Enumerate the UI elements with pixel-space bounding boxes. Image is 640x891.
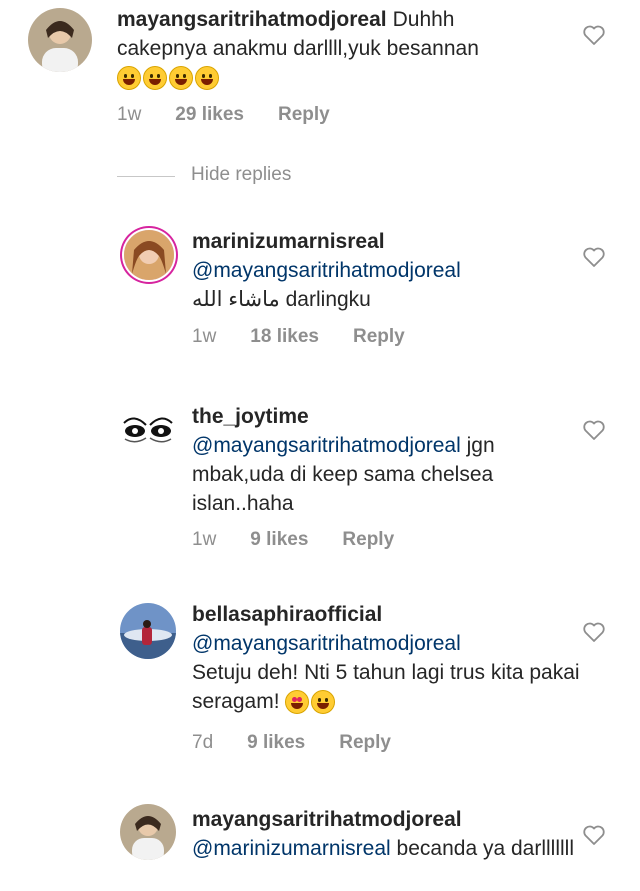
heart-eyes-face-icon (285, 690, 310, 715)
reply-item: mayangsaritrihatmodjoreal @marinizumarni… (0, 800, 640, 891)
comment-body: mayangsaritrihatmodjoreal Duhhh cakepnya … (117, 5, 512, 92)
reply-button[interactable]: Reply (278, 104, 330, 126)
comment-body: bellasaphiraofficial @mayangsaritrihatmo… (192, 600, 587, 716)
comment-username[interactable]: mayangsaritrihatmodjoreal (192, 808, 462, 831)
reply-button[interactable]: Reply (339, 732, 391, 754)
squinting-face-icon (311, 690, 336, 715)
emoji-row (117, 66, 221, 91)
avatar[interactable] (120, 401, 176, 457)
reply-item: the_joytime @mayangsaritrihatmodjoreal j… (0, 397, 640, 567)
heart-outline-icon[interactable] (582, 24, 606, 46)
reply-button[interactable]: Reply (353, 326, 405, 348)
reply-item: bellasaphiraofficial @mayangsaritrihatmo… (0, 598, 640, 768)
comment-time: 1w (117, 104, 142, 125)
comment-username[interactable]: the_joytime (192, 405, 309, 428)
mention-link[interactable]: @mayangsaritrihatmodjoreal (192, 632, 461, 655)
comment-text: Setuju deh! Nti 5 tahun lagi trus kita p… (192, 661, 580, 713)
reply-item: marinizumarnisreal @mayangsaritrihatmodj… (0, 222, 640, 362)
likes-count[interactable]: 9 likes (250, 529, 308, 551)
winking-tongue-face-icon (169, 66, 193, 91)
heart-outline-icon[interactable] (582, 419, 606, 441)
mention-link[interactable]: @mayangsaritrihatmodjoreal (192, 434, 461, 457)
comment-meta: 1w 29 likes Reply (117, 104, 330, 126)
avatar[interactable] (120, 603, 176, 659)
comment-username[interactable]: marinizumarnisreal (192, 230, 385, 253)
reply-button[interactable]: Reply (342, 529, 394, 551)
comment-meta: 1w 18 likes Reply (192, 326, 405, 348)
mention-link[interactable]: @marinizumarnisreal (192, 837, 391, 860)
comment-username[interactable]: mayangsaritrihatmodjoreal (117, 8, 387, 31)
comment-meta: 7d 9 likes Reply (192, 732, 391, 754)
hide-replies-label[interactable]: Hide replies (191, 164, 291, 186)
comment-item: mayangsaritrihatmodjoreal Duhhh cakepnya … (0, 0, 640, 140)
heart-outline-icon[interactable] (582, 246, 606, 268)
grinning-face-icon (143, 66, 167, 91)
comment-time: 1w (192, 326, 217, 347)
avatar[interactable] (124, 230, 174, 280)
mention-link[interactable]: @mayangsaritrihatmodjoreal (192, 259, 461, 282)
comment-time: 7d (192, 732, 214, 753)
comment-text: becanda ya darlllllll (396, 837, 574, 860)
grinning-face-icon (117, 66, 141, 91)
comment-meta: 1w 9 likes Reply (192, 529, 394, 551)
heart-outline-icon[interactable] (582, 621, 606, 643)
likes-count[interactable]: 18 likes (250, 326, 319, 348)
comment-time: 1w (192, 529, 217, 550)
comment-body: mayangsaritrihatmodjoreal @marinizumarni… (192, 805, 587, 863)
heart-outline-icon[interactable] (582, 824, 606, 846)
comment-body: marinizumarnisreal @mayangsaritrihatmodj… (192, 227, 587, 314)
comment-body: the_joytime @mayangsaritrihatmodjoreal j… (192, 402, 587, 518)
laughing-tears-face-icon (195, 66, 219, 91)
likes-count[interactable]: 29 likes (175, 104, 244, 126)
avatar[interactable] (28, 8, 92, 72)
divider (117, 176, 175, 177)
avatar[interactable] (120, 804, 176, 860)
comment-username[interactable]: bellasaphiraofficial (192, 603, 382, 626)
likes-count[interactable]: 9 likes (247, 732, 305, 754)
comment-text: ماشاء الله darlingku (192, 288, 371, 311)
